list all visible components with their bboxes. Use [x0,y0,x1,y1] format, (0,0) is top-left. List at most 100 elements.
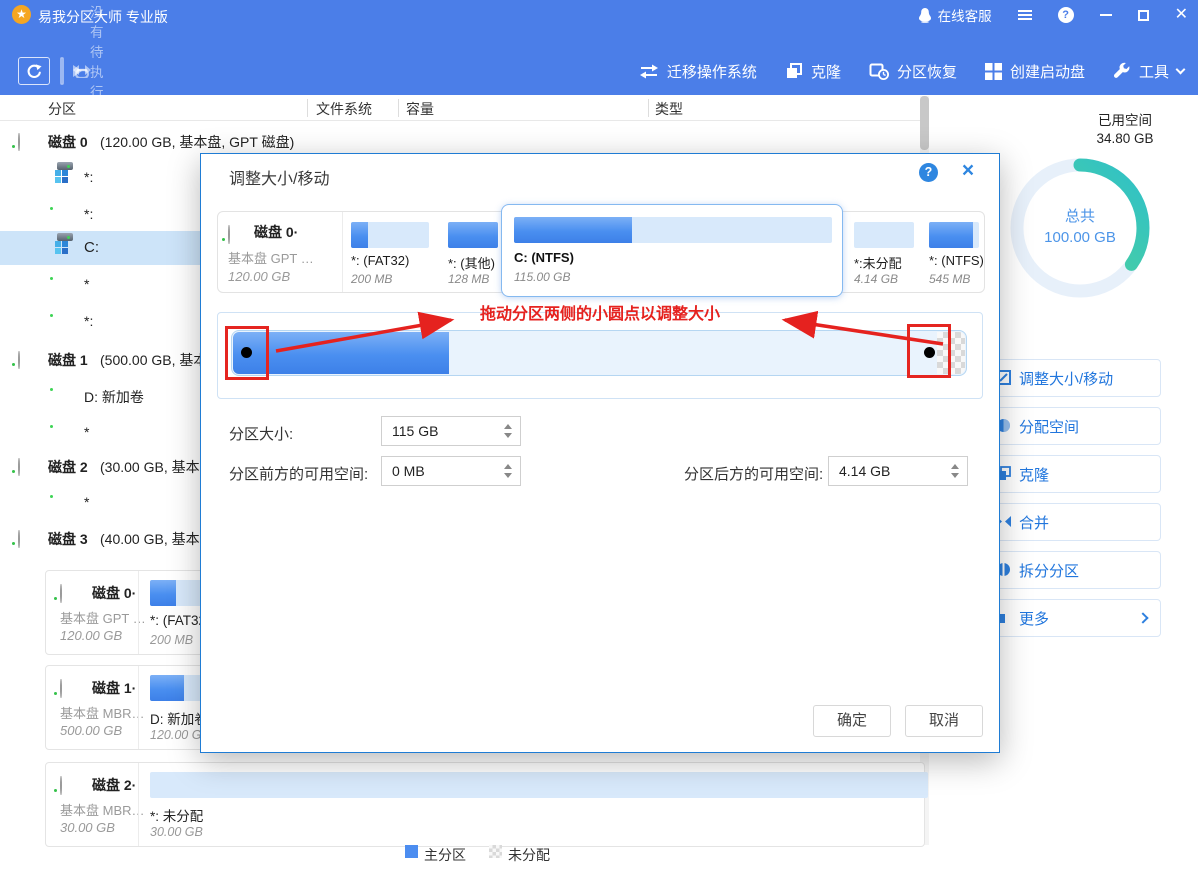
list-icon [1018,10,1032,20]
legend-unallocated-swatch [489,845,502,858]
close-button[interactable]: ✕ [1175,7,1188,23]
strip-partition-size: 128 MB [448,272,489,286]
unallocated-bar[interactable] [150,772,928,798]
pending-operations-group: 没有待执行操作 [60,57,64,85]
disk-icon [60,584,62,603]
disk2-details: (30.00 GB, 基本盘 [100,457,214,477]
disk-card-name: 磁盘 0· [92,583,136,603]
legend: 主分区 未分配 [0,845,1198,867]
disk-card-name: 磁盘 2· [92,775,136,795]
dialog-close-button[interactable]: × [956,159,980,183]
spinner-down-icon[interactable] [504,433,512,438]
partition-label: * [84,424,89,440]
strip-partition-fat32[interactable]: *: (FAT32) 200 MB [345,212,439,292]
spinner-down-icon[interactable] [951,473,959,478]
minimize-icon [1100,14,1112,16]
legend-primary-label: 主分区 [424,845,466,865]
disk-icon [18,351,20,369]
clone-icon [785,62,803,80]
disk-card-2[interactable]: 磁盘 2· 基本盘 MBR… 30.00 GB *: 未分配 30.00 GB [45,762,925,847]
partition-label-c: C: [84,239,99,256]
side-action-allocate-space[interactable]: 分配空间 [988,407,1161,445]
spinner-down-icon[interactable] [504,473,512,478]
tree-row-disk0[interactable]: 磁盘 0 (120.00 GB, 基本盘, GPT 磁盘) [0,126,920,156]
side-action-label: 克隆 [1019,464,1049,485]
clone-button[interactable]: 克隆 [785,61,841,82]
minimize-button[interactable] [1100,14,1112,16]
help-button[interactable]: ? [1058,7,1074,23]
spinner-up-icon[interactable] [504,424,512,429]
resize-move-dialog: 调整大小/移动 ? × 磁盘 0· 基本盘 GPT … 120.00 GB *:… [200,153,1000,753]
execute-operations-button[interactable]: 没有待执行操作 [61,58,116,84]
side-action-label: 调整大小/移动 [1019,368,1113,389]
partition-bar-label: *: 未分配 [150,805,203,825]
column-filesystem: 文件系统 [316,99,372,119]
strip-partition-ntfs-small[interactable]: *: (NTFS) 545 MB [923,212,985,292]
customer-service-button[interactable]: 在线客服 [918,5,992,25]
refresh-button[interactable] [18,57,50,85]
disk-card-name: 磁盘 1· [92,678,136,698]
spinner-up-icon[interactable] [951,464,959,469]
cancel-button[interactable]: 取消 [905,705,983,737]
total-label: 总共 [1035,206,1125,227]
dialog-title: 调整大小/移动 [229,165,329,189]
partition-recovery-button[interactable]: 分区恢复 [869,61,957,82]
side-action-label: 合并 [1019,512,1049,533]
disk-card-size: 30.00 GB [60,820,115,835]
strip-disk-type: 基本盘 GPT … [228,248,314,267]
side-action-label: 更多 [1019,608,1049,629]
used-space-value: 34.80 GB [1078,130,1172,148]
disk-card-type: 基本盘 MBR… [60,800,145,819]
side-action-clone[interactable]: 克隆 [988,455,1161,493]
disk-icon [60,776,62,795]
side-action-split-partition[interactable]: 拆分分区 [988,551,1161,589]
side-action-merge[interactable]: 合并 [988,503,1161,541]
title-bar: ★ 易我分区大师 专业版 在线客服 ? ✕ [0,0,1198,30]
space-after-input[interactable]: 4.14 GB [828,456,968,486]
strip-partition-label: *: (其他) [448,253,495,272]
partition-label: *: [84,206,93,222]
disk-card-type: 基本盘 GPT … [60,608,146,627]
create-boot-disk-icon [985,63,1002,80]
strip-partition-size: 115.00 GB [514,270,570,284]
partition-bar-size: 30.00 GB [150,825,203,839]
column-type: 类型 [655,99,683,119]
migrate-os-icon [639,64,659,79]
strip-partition-c-selected[interactable]: C: (NTFS) 115.00 GB [501,204,843,297]
create-boot-disk-button[interactable]: 创建启动盘 [985,61,1085,82]
migrate-os-button[interactable]: 迁移操作系统 [639,61,757,82]
tools-label: 工具 [1139,61,1169,82]
ok-button[interactable]: 确定 [813,705,891,737]
strip-partition-label: *: (NTFS) [929,253,984,268]
menu-list-button[interactable] [1018,10,1032,20]
disk-card-type: 基本盘 MBR… [60,703,145,722]
top-chrome: ★ 易我分区大师 专业版 在线客服 ? ✕ [0,0,1198,95]
space-before-input[interactable]: 0 MB [381,456,521,486]
spinner-up-icon[interactable] [504,464,512,469]
disk-icon [60,679,62,698]
disk2-name: 磁盘 2 [48,457,88,477]
scrollbar-thumb[interactable] [920,96,929,150]
total-value: 100.00 GB [1035,227,1125,248]
app-window: ★ 易我分区大师 专业版 在线客服 ? ✕ [0,0,1198,875]
dialog-help-button[interactable]: ? [919,163,938,182]
chevron-right-icon [1137,612,1148,623]
strip-partition-other[interactable]: *: (其他) 128 MB [442,212,504,292]
disk3-name: 磁盘 3 [48,529,88,549]
strip-disk-size: 120.00 GB [228,269,290,284]
chevron-down-icon [1176,65,1186,75]
strip-partition-unallocated[interactable]: *:未分配 4.14 GB [848,212,920,292]
tools-button[interactable]: 工具 [1113,61,1184,82]
disk3-details: (40.00 GB, 基本盘 [100,529,214,549]
maximize-icon [1138,10,1149,21]
disk-card-size: 120.00 GB [60,628,122,643]
side-action-more[interactable]: 更多 [988,599,1161,637]
strip-partition-label: *: (FAT32) [351,253,409,268]
partition-size-input[interactable]: 115 GB [381,416,521,446]
close-icon: ✕ [1175,7,1188,23]
partition-size-label: 分区大小: [229,423,293,444]
strip-partition-size: 4.14 GB [854,272,898,286]
side-action-resize-move[interactable]: 调整大小/移动 [988,359,1161,397]
strip-partition-label: C: (NTFS) [514,250,574,265]
maximize-button[interactable] [1138,10,1149,21]
